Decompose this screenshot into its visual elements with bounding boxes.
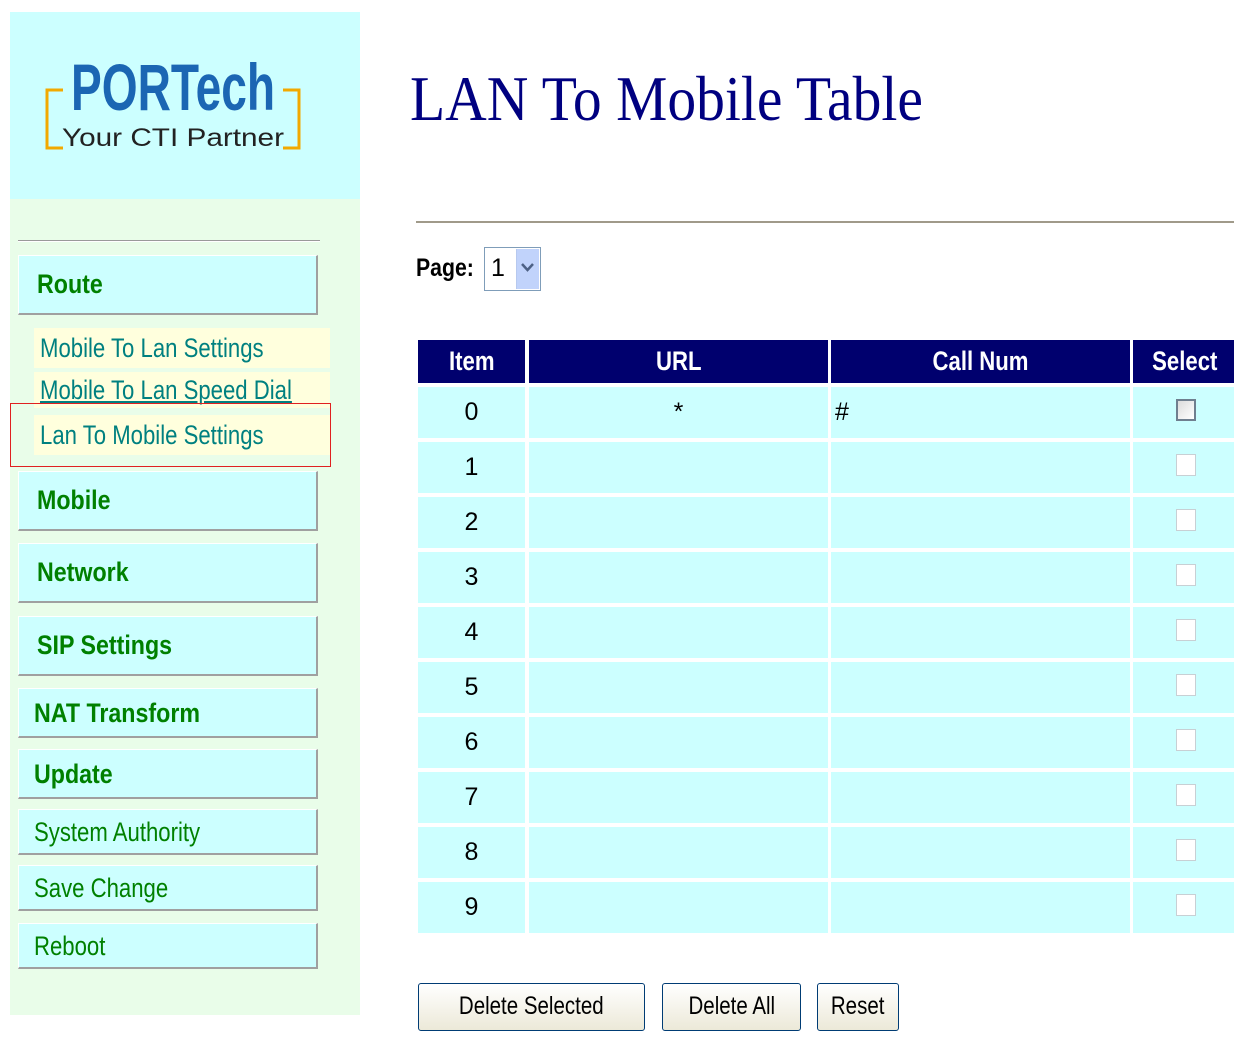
cell-select xyxy=(1133,882,1234,933)
header-call-num: Call Num xyxy=(831,340,1130,383)
select-checkbox[interactable] xyxy=(1176,454,1196,476)
menu-route[interactable]: Route xyxy=(18,255,318,315)
cell-call-num xyxy=(831,442,1130,493)
select-checkbox[interactable] xyxy=(1176,784,1196,806)
cell-select xyxy=(1133,552,1234,603)
logo-area: PORTech Your CTI Partner xyxy=(10,12,360,199)
menu-nat-transform[interactable]: NAT Transform xyxy=(18,688,318,738)
cell-item: 6 xyxy=(418,717,525,768)
menu-update-label: Update xyxy=(34,759,113,789)
page-select-value: 1 xyxy=(491,254,505,282)
menu-save-change-label: Save Change xyxy=(34,873,169,903)
cell-select xyxy=(1133,442,1234,493)
menu-mobile[interactable]: Mobile xyxy=(18,471,318,531)
select-checkbox[interactable] xyxy=(1176,674,1196,696)
cell-select xyxy=(1133,717,1234,768)
cell-call-num xyxy=(831,497,1130,548)
cell-call-num xyxy=(831,882,1130,933)
menu-mobile-label: Mobile xyxy=(37,485,111,515)
cell-url xyxy=(529,717,828,768)
cell-item: 4 xyxy=(418,607,525,658)
logo-tagline: Your CTI Partner xyxy=(62,124,284,152)
cell-call-num xyxy=(831,827,1130,878)
cell-item: 2 xyxy=(418,497,525,548)
menu-system-authority[interactable]: System Authority xyxy=(18,809,318,855)
page-select[interactable]: 1 xyxy=(484,247,541,291)
cell-select xyxy=(1133,387,1234,438)
cell-url xyxy=(529,772,828,823)
portech-logo: PORTech Your CTI Partner xyxy=(45,50,301,152)
cell-select xyxy=(1133,497,1234,548)
cell-select xyxy=(1133,772,1234,823)
cell-call-num xyxy=(831,552,1130,603)
sidebar: PORTech Your CTI Partner Route Mobile To… xyxy=(10,12,360,1015)
menu-reboot[interactable]: Reboot xyxy=(18,923,318,969)
cell-item: 8 xyxy=(418,827,525,878)
select-checkbox[interactable] xyxy=(1176,399,1196,421)
cell-item: 7 xyxy=(418,772,525,823)
menu-sip-settings-label: SIP Settings xyxy=(37,630,173,660)
cell-call-num xyxy=(831,607,1130,658)
select-checkbox[interactable] xyxy=(1176,729,1196,751)
cell-item: 5 xyxy=(418,662,525,713)
menu-route-label: Route xyxy=(37,269,103,299)
header-select: Select xyxy=(1133,340,1234,383)
cell-url xyxy=(529,882,828,933)
cell-call-num: # xyxy=(831,387,1130,438)
page-label: Page: xyxy=(416,254,474,282)
cell-select xyxy=(1133,662,1234,713)
delete-all-button[interactable]: Delete All xyxy=(662,983,801,1031)
cell-call-num xyxy=(831,772,1130,823)
menu-update[interactable]: Update xyxy=(18,749,318,799)
menu-save-change[interactable]: Save Change xyxy=(18,865,318,911)
logo-brand: PORTech xyxy=(71,50,275,124)
header-item: Item xyxy=(418,340,525,383)
submenu-mobile-to-lan-speed-dial[interactable]: Mobile To Lan Speed Dial xyxy=(34,372,330,408)
submenu-lan-to-mobile-settings[interactable]: Lan To Mobile Settings xyxy=(34,415,330,455)
cell-call-num xyxy=(831,717,1130,768)
cell-select xyxy=(1133,827,1234,878)
select-checkbox[interactable] xyxy=(1176,509,1196,531)
page-title: LAN To Mobile Table xyxy=(410,63,923,134)
select-checkbox[interactable] xyxy=(1176,894,1196,916)
menu-network-label: Network xyxy=(37,557,129,587)
cell-url xyxy=(529,827,828,878)
cell-url: * xyxy=(529,387,828,438)
cell-url xyxy=(529,662,828,713)
cell-url xyxy=(529,552,828,603)
sidebar-divider xyxy=(18,240,320,242)
select-checkbox[interactable] xyxy=(1176,619,1196,641)
cell-url xyxy=(529,607,828,658)
menu-system-authority-label: System Authority xyxy=(34,817,201,847)
submenu-mobile-to-lan-settings[interactable]: Mobile To Lan Settings xyxy=(34,328,330,368)
cell-url xyxy=(529,442,828,493)
menu-reboot-label: Reboot xyxy=(34,931,106,961)
cell-call-num xyxy=(831,662,1130,713)
delete-selected-button[interactable]: Delete Selected xyxy=(418,983,645,1031)
menu-nat-transform-label: NAT Transform xyxy=(34,698,201,728)
cell-select xyxy=(1133,607,1234,658)
menu-network[interactable]: Network xyxy=(18,543,318,603)
header-url: URL xyxy=(529,340,828,383)
cell-item: 0 xyxy=(418,387,525,438)
cell-url xyxy=(529,497,828,548)
reset-button[interactable]: Reset xyxy=(817,983,899,1031)
title-divider xyxy=(416,221,1234,224)
cell-item: 3 xyxy=(418,552,525,603)
chevron-down-icon[interactable] xyxy=(516,249,539,289)
select-checkbox[interactable] xyxy=(1176,839,1196,861)
select-checkbox[interactable] xyxy=(1176,564,1196,586)
cell-item: 1 xyxy=(418,442,525,493)
menu-sip-settings[interactable]: SIP Settings xyxy=(18,616,318,676)
cell-item: 9 xyxy=(418,882,525,933)
